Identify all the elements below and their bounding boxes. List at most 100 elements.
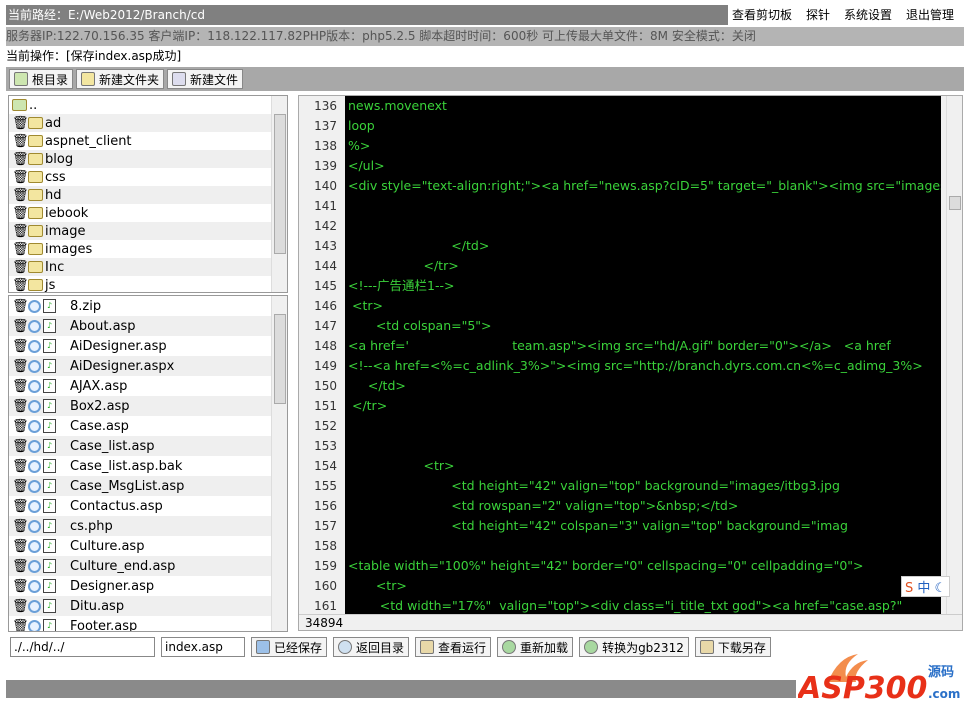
new-folder-button[interactable]: 新建文件夹 <box>76 69 165 89</box>
delete-icon[interactable]: 🗑 <box>12 559 29 574</box>
dir-item[interactable]: 🗑 aspnet_client <box>9 132 287 150</box>
delete-icon[interactable]: 🗑 <box>12 152 29 167</box>
file-item[interactable]: 🗑 ♪ Culture_end.asp <box>9 556 287 576</box>
dir-name: css <box>45 169 66 185</box>
delete-icon[interactable]: 🗑 <box>12 206 29 221</box>
editor-hscrollbar[interactable]: 34894 <box>299 614 962 630</box>
delete-icon[interactable]: 🗑 <box>12 479 29 494</box>
file-list: 🗑 ♪ 8.zip 🗑 ♪ About.asp 🗑 ♪ AiDesigner.asp 🗑 ♪ AiDe… <box>8 295 288 632</box>
preview-icon[interactable] <box>28 419 41 433</box>
delete-icon[interactable]: 🗑 <box>12 359 29 374</box>
run-button[interactable]: 查看运行 <box>415 637 492 657</box>
line-number: 136 <box>314 99 337 113</box>
delete-icon[interactable]: 🗑 <box>12 519 29 534</box>
preview-icon[interactable] <box>28 439 41 453</box>
delete-icon[interactable]: 🗑 <box>12 188 29 203</box>
delete-icon[interactable]: 🗑 <box>12 116 29 131</box>
file-item[interactable]: 🗑 ♪ Case.asp <box>9 416 287 436</box>
file-name: AJAX.asp <box>70 378 128 394</box>
file-item[interactable]: 🗑 ♪ cs.php <box>9 516 287 536</box>
preview-icon[interactable] <box>28 519 41 533</box>
preview-icon[interactable] <box>28 619 41 631</box>
delete-icon[interactable]: 🗑 <box>12 619 29 632</box>
delete-icon[interactable]: 🗑 <box>12 134 29 149</box>
preview-icon[interactable] <box>28 299 41 313</box>
preview-icon[interactable] <box>28 319 41 333</box>
preview-icon[interactable] <box>28 539 41 553</box>
preview-icon[interactable] <box>28 579 41 593</box>
filename-input[interactable] <box>161 637 245 657</box>
dir-item[interactable]: 🗑 image <box>9 222 287 240</box>
file-item[interactable]: 🗑 ♪ Designer.asp <box>9 576 287 596</box>
delete-icon[interactable]: 🗑 <box>12 439 29 454</box>
editor-scrollbar[interactable] <box>946 96 962 614</box>
file-item[interactable]: 🗑 ♪ Footer.asp <box>9 616 287 632</box>
menu-logout[interactable]: 退出管理 <box>906 5 954 25</box>
label: 返回目录 <box>356 640 405 655</box>
dir-item[interactable]: 🗑 css <box>9 168 287 186</box>
new-file-button[interactable]: 新建文件 <box>167 69 244 89</box>
file-item[interactable]: 🗑 ♪ Ditu.asp <box>9 596 287 616</box>
root-dir-button[interactable]: 根目录 <box>9 69 74 89</box>
delete-icon[interactable]: 🗑 <box>12 399 29 414</box>
reload-button[interactable]: 重新加载 <box>497 637 574 657</box>
back-button[interactable]: 返回目录 <box>333 637 410 657</box>
code-editor[interactable]: 136 137 138 139 140 141 142 143 144 145 146 147 148 1… <box>298 95 963 631</box>
file-item[interactable]: 🗑 ♪ AiDesigner.asp <box>9 336 287 356</box>
ime-indicator[interactable]: S 中 ☾ <box>901 576 951 597</box>
delete-icon[interactable]: 🗑 <box>12 299 29 314</box>
file-item[interactable]: 🗑 ♪ Case_MsgList.asp <box>9 476 287 496</box>
dir-item[interactable]: 🗑 hd <box>9 186 287 204</box>
preview-icon[interactable] <box>28 399 41 413</box>
preview-icon[interactable] <box>28 559 41 573</box>
dir-path-input[interactable] <box>10 637 155 657</box>
dir-item[interactable]: 🗑 Inc <box>9 258 287 276</box>
file-item[interactable]: 🗑 ♪ 8.zip <box>9 296 287 316</box>
delete-icon[interactable]: 🗑 <box>12 579 29 594</box>
convert-button[interactable]: 转换为gb2312 <box>579 637 689 657</box>
delete-icon[interactable]: 🗑 <box>12 278 29 293</box>
menu-settings[interactable]: 系统设置 <box>844 5 892 25</box>
file-item[interactable]: 🗑 ♪ AJAX.asp <box>9 376 287 396</box>
code-area[interactable]: news.movenext loop %> </ul> <div style="text… <box>345 96 941 614</box>
dir-item[interactable]: 🗑 iebook <box>9 204 287 222</box>
preview-icon[interactable] <box>28 599 41 613</box>
file-item[interactable]: 🗑 ♪ Culture.asp <box>9 536 287 556</box>
delete-icon[interactable]: 🗑 <box>12 419 29 434</box>
file-item[interactable]: 🗑 ♪ Case_list.asp.bak <box>9 456 287 476</box>
delete-icon[interactable]: 🗑 <box>12 170 29 185</box>
file-item[interactable]: 🗑 ♪ AiDesigner.aspx <box>9 356 287 376</box>
dir-scrollbar[interactable] <box>271 96 287 292</box>
preview-icon[interactable] <box>28 499 41 513</box>
delete-icon[interactable]: 🗑 <box>12 339 29 354</box>
preview-icon[interactable] <box>28 379 41 393</box>
menu-clipboard[interactable]: 查看剪切板 <box>732 5 792 25</box>
menu-probe[interactable]: 探针 <box>806 5 830 25</box>
delete-icon[interactable]: 🗑 <box>12 242 29 257</box>
file-item[interactable]: 🗑 ♪ Contactus.asp <box>9 496 287 516</box>
preview-icon[interactable] <box>28 339 41 353</box>
delete-icon[interactable]: 🗑 <box>12 379 29 394</box>
file-item[interactable]: 🗑 ♪ Box2.asp <box>9 396 287 416</box>
delete-icon[interactable]: 🗑 <box>12 224 29 239</box>
dir-item[interactable]: 🗑 js <box>9 276 287 293</box>
parent-dir[interactable]: .. <box>9 96 287 114</box>
delete-icon[interactable]: 🗑 <box>12 260 29 275</box>
delete-icon[interactable]: 🗑 <box>12 499 29 514</box>
preview-icon[interactable] <box>28 359 41 373</box>
dir-item[interactable]: 🗑 ad <box>9 114 287 132</box>
file-item[interactable]: 🗑 ♪ Case_list.asp <box>9 436 287 456</box>
file-icon: ♪ <box>43 339 56 353</box>
file-scrollbar[interactable] <box>271 296 287 631</box>
delete-icon[interactable]: 🗑 <box>12 319 29 334</box>
delete-icon[interactable]: 🗑 <box>12 599 29 614</box>
file-item[interactable]: 🗑 ♪ About.asp <box>9 316 287 336</box>
preview-icon[interactable] <box>28 459 41 473</box>
download-button[interactable]: 下载另存 <box>694 637 771 657</box>
preview-icon[interactable] <box>28 479 41 493</box>
dir-item[interactable]: 🗑 blog <box>9 150 287 168</box>
delete-icon[interactable]: 🗑 <box>12 459 29 474</box>
save-button[interactable]: 已经保存 <box>251 637 328 657</box>
delete-icon[interactable]: 🗑 <box>12 539 29 554</box>
dir-item[interactable]: 🗑 images <box>9 240 287 258</box>
